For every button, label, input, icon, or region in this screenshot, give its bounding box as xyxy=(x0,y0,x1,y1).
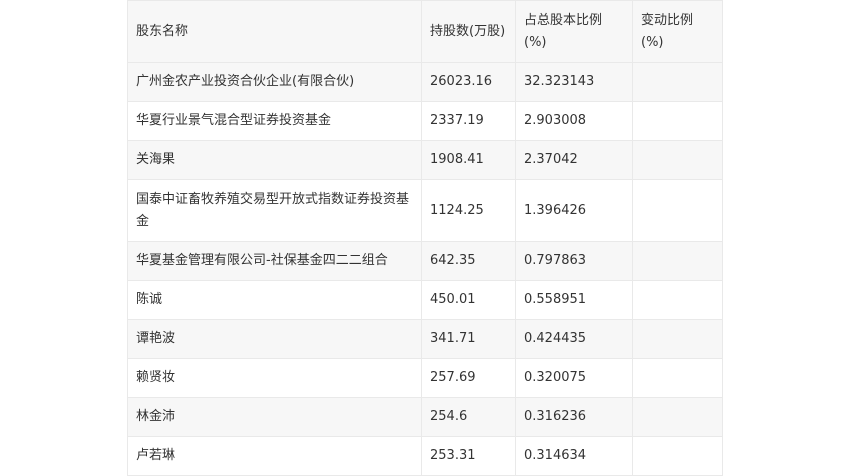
table-row: 广州金农产业投资合伙企业(有限合伙) 26023.16 32.323143 xyxy=(127,62,723,102)
cell-shares-held: 257.69 xyxy=(421,358,516,398)
cell-change-ratio xyxy=(632,319,723,359)
cell-shareholder-name: 谭艳波 xyxy=(127,319,422,359)
header-shares-held: 持股数(万股) xyxy=(421,0,516,63)
table-row: 华夏行业景气混合型证券投资基金 2337.19 2.903008 xyxy=(127,101,723,141)
table-row: 谭艳波 341.71 0.424435 xyxy=(127,319,723,359)
cell-change-ratio xyxy=(632,436,723,476)
cell-change-ratio xyxy=(632,280,723,320)
cell-shareholder-name: 国泰中证畜牧养殖交易型开放式指数证券投资基金 xyxy=(127,179,422,242)
table-row: 关海果 1908.41 2.37042 xyxy=(127,140,723,180)
cell-share-ratio: 0.320075 xyxy=(515,358,633,398)
cell-change-ratio xyxy=(632,179,723,242)
table-row: 华夏基金管理有限公司-社保基金四二二组合 642.35 0.797863 xyxy=(127,241,723,281)
cell-change-ratio xyxy=(632,397,723,437)
cell-shareholder-name: 广州金农产业投资合伙企业(有限合伙) xyxy=(127,62,422,102)
table-row: 林金沛 254.6 0.316236 xyxy=(127,397,723,437)
cell-shares-held: 26023.16 xyxy=(421,62,516,102)
cell-shareholder-name: 华夏行业景气混合型证券投资基金 xyxy=(127,101,422,141)
table-header-row: 股东名称 持股数(万股) 占总股本比例(%) 变动比例(%) xyxy=(127,0,723,63)
cell-change-ratio xyxy=(632,101,723,141)
cell-shares-held: 341.71 xyxy=(421,319,516,359)
cell-shareholder-name: 陈诚 xyxy=(127,280,422,320)
table-row: 赖贤妆 257.69 0.320075 xyxy=(127,358,723,398)
header-shareholder-name: 股东名称 xyxy=(127,0,422,63)
cell-share-ratio: 0.558951 xyxy=(515,280,633,320)
cell-change-ratio xyxy=(632,140,723,180)
cell-shares-held: 254.6 xyxy=(421,397,516,437)
cell-shareholder-name: 卢若琳 xyxy=(127,436,422,476)
cell-shareholder-name: 林金沛 xyxy=(127,397,422,437)
header-share-ratio: 占总股本比例(%) xyxy=(515,0,633,63)
cell-share-ratio: 0.424435 xyxy=(515,319,633,359)
cell-shareholder-name: 华夏基金管理有限公司-社保基金四二二组合 xyxy=(127,241,422,281)
cell-share-ratio: 0.316236 xyxy=(515,397,633,437)
shareholder-table-container: 股东名称 持股数(万股) 占总股本比例(%) 变动比例(%) 广州金农产业投资合… xyxy=(127,0,723,476)
cell-shares-held: 642.35 xyxy=(421,241,516,281)
cell-change-ratio xyxy=(632,62,723,102)
cell-shareholder-name: 赖贤妆 xyxy=(127,358,422,398)
table-row: 国泰中证畜牧养殖交易型开放式指数证券投资基金 1124.25 1.396426 xyxy=(127,179,723,242)
header-change-ratio: 变动比例(%) xyxy=(632,0,723,63)
cell-shares-held: 1908.41 xyxy=(421,140,516,180)
cell-shares-held: 1124.25 xyxy=(421,179,516,242)
shareholder-table: 股东名称 持股数(万股) 占总股本比例(%) 变动比例(%) 广州金农产业投资合… xyxy=(127,0,723,476)
cell-share-ratio: 0.314634 xyxy=(515,436,633,476)
cell-share-ratio: 2.903008 xyxy=(515,101,633,141)
cell-change-ratio xyxy=(632,241,723,281)
cell-share-ratio: 0.797863 xyxy=(515,241,633,281)
cell-share-ratio: 2.37042 xyxy=(515,140,633,180)
cell-shareholder-name: 关海果 xyxy=(127,140,422,180)
cell-shares-held: 2337.19 xyxy=(421,101,516,141)
table-row: 陈诚 450.01 0.558951 xyxy=(127,280,723,320)
cell-change-ratio xyxy=(632,358,723,398)
table-row: 卢若琳 253.31 0.314634 xyxy=(127,436,723,476)
cell-share-ratio: 1.396426 xyxy=(515,179,633,242)
cell-share-ratio: 32.323143 xyxy=(515,62,633,102)
cell-shares-held: 253.31 xyxy=(421,436,516,476)
cell-shares-held: 450.01 xyxy=(421,280,516,320)
